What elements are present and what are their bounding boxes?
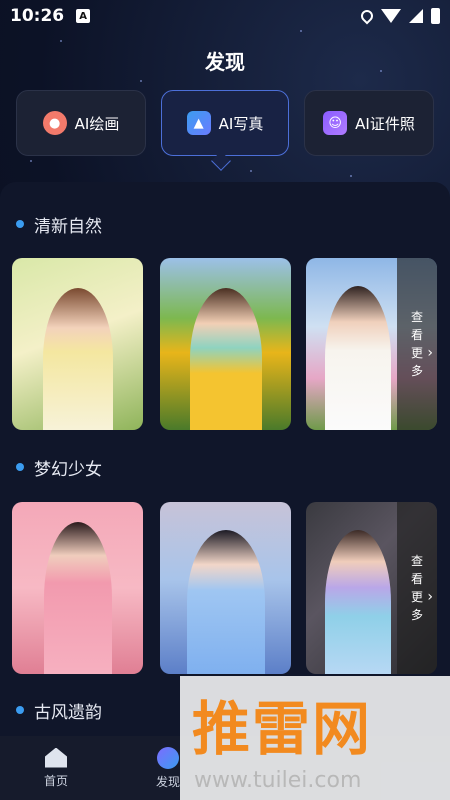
more-char: 看 [410,328,423,342]
tab-ai-painting[interactable]: ● AI绘画 [16,90,146,156]
category-tabs: ● AI绘画 ▲ AI写真 ☺ AI证件照 [16,90,434,160]
section-title: 梦幻少女 [34,460,102,480]
portrait-figure [325,286,392,430]
view-more-button[interactable]: 查 看 更 多 › [397,258,437,430]
section-title: 古风遗韵 [34,703,102,723]
wifi-icon [381,9,401,23]
more-char: 看 [410,572,423,586]
more-char: 查 [410,310,423,324]
nav-label: 发现 [155,774,180,789]
more-char: 查 [410,554,423,568]
id-photo-icon: ☺ [323,111,348,135]
section-dot [16,220,24,228]
more-char: 多 [410,364,423,378]
view-more-button[interactable]: 查 看 更 多 › [397,502,437,674]
photo-card[interactable] [160,502,291,674]
photo-card[interactable] [12,502,143,674]
portrait-figure [43,522,112,674]
nav-label: 首页 [43,773,68,788]
photo-icon: ▲ [186,111,211,135]
watermark-overlay: 推雷网 www.tuilei.com [180,676,450,800]
photo-card[interactable] [12,258,143,430]
status-bar: 10:26 A [0,0,450,32]
more-char: 更 [410,590,423,604]
tab-ai-portrait[interactable]: ▲ AI写真 [161,90,289,156]
palette-icon: ● [42,111,67,135]
more-char: 更 [410,346,423,360]
battery-icon [431,8,440,24]
watermark-url: www.tuilei.com [194,768,362,793]
watermark-text: 推雷网 [192,695,373,763]
tab-ai-id-photo[interactable]: ☺ AI证件照 [304,90,434,156]
portrait-figure [42,288,113,430]
content-panel: 清新自然 查 看 更 多 › 梦幻少女 查 看 更 多 › 古风遗韵 [0,182,450,742]
tab-label: AI绘画 [74,114,120,133]
section-title: 清新自然 [34,217,102,237]
nav-item-home[interactable]: 首页 [0,736,112,800]
status-time: 10:26 [10,6,65,26]
portrait-figure [325,530,392,674]
section-dot [16,463,24,471]
tab-label: AI写真 [218,114,264,133]
signal-icon [409,9,423,23]
chevron-right-icon: › [427,345,433,361]
photo-card[interactable] [160,258,291,430]
chevron-right-icon: › [427,589,433,605]
portrait-figure [189,288,262,430]
location-icon [358,7,376,25]
portrait-figure [186,530,265,674]
page-title: 发现 [205,50,245,74]
more-char: 多 [410,608,423,622]
discover-icon [157,746,179,769]
home-icon [45,747,67,768]
tab-label: AI证件照 [355,114,415,133]
photo-card-more[interactable]: 查 看 更 多 › [306,258,437,430]
photo-card-more[interactable]: 查 看 更 多 › [306,502,437,674]
notification-icon: A [76,9,91,23]
section-dot [16,706,24,714]
